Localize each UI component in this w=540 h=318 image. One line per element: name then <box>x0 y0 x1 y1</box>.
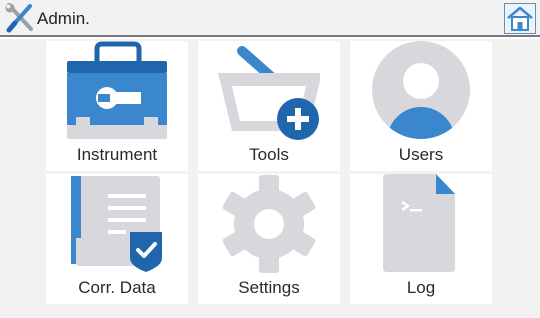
corr-data-label: Corr. Data <box>78 278 156 297</box>
terminal-file-icon <box>383 174 455 272</box>
instrument-label: Instrument <box>76 145 158 164</box>
settings-tile[interactable]: Settings <box>198 174 340 304</box>
tools-label: Tools <box>249 145 289 164</box>
header-bar: Admin. <box>0 0 540 37</box>
basket-add-icon <box>218 46 320 140</box>
settings-label: Settings <box>238 278 300 297</box>
home-icon <box>507 6 533 31</box>
instrument-tile[interactable]: Instrument <box>46 41 188 171</box>
page-title: Admin. <box>37 9 90 28</box>
user-avatar-icon <box>372 41 470 139</box>
users-tile[interactable]: Users <box>350 41 492 171</box>
log-label: Log <box>406 278 436 297</box>
tools-tile[interactable]: Tools <box>198 41 340 171</box>
log-tile[interactable]: Log <box>350 174 492 304</box>
wrench-screwdriver-icon <box>5 3 33 33</box>
corr-data-tile[interactable]: Corr. Data <box>46 174 188 304</box>
toolbox-icon <box>67 41 167 139</box>
home-button[interactable] <box>504 3 536 34</box>
gear-icon <box>222 175 316 273</box>
document-shield-check-icon <box>71 176 162 272</box>
users-label: Users <box>398 145 444 164</box>
